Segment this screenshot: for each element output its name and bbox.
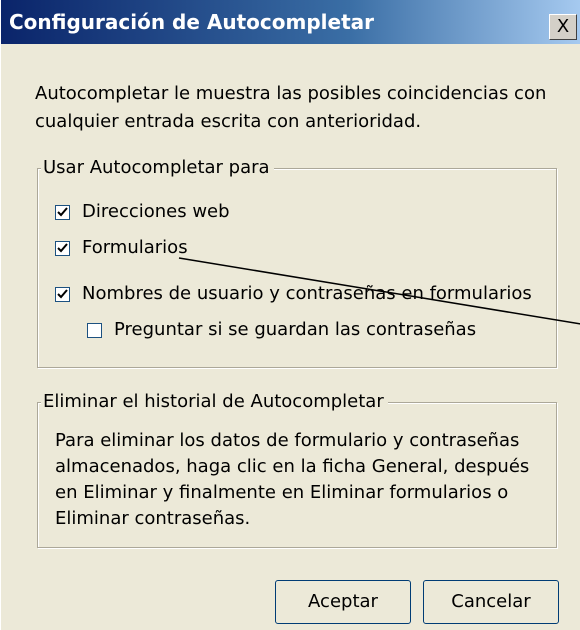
title-bar[interactable]: Configuración de Autocompletar X — [1, 0, 580, 44]
close-button[interactable]: X — [549, 14, 577, 40]
checkmark-icon — [57, 206, 68, 216]
ask-save-passwords-checkbox[interactable] — [87, 322, 102, 338]
cancel-button[interactable]: Cancelar — [423, 580, 559, 624]
checkmark-icon — [57, 288, 68, 298]
usernames-passwords-checkbox[interactable] — [55, 286, 70, 302]
checkbox-row-usernames-passwords[interactable]: Nombres de usuario y contraseñas en form… — [55, 280, 532, 308]
delete-history-legend: Eliminar el historial de Autocompletar — [41, 390, 388, 414]
use-autocomplete-legend: Usar Autocompletar para — [41, 156, 274, 180]
checkbox-row-ask-save-passwords[interactable]: Preguntar si se guardan las contraseñas — [87, 316, 476, 344]
autocomplete-settings-dialog: Configuración de Autocompletar X Autocom… — [0, 0, 580, 630]
description-text: Autocompletar le muestra las posibles co… — [35, 83, 547, 132]
web-addresses-label: Direcciones web — [82, 201, 230, 222]
ok-button[interactable]: Aceptar — [275, 580, 411, 624]
checkmark-icon — [57, 242, 68, 252]
web-addresses-checkbox[interactable] — [55, 204, 70, 220]
checkbox-row-web-addresses[interactable]: Direcciones web — [55, 198, 230, 226]
forms-label: Formularios — [82, 237, 188, 258]
checkbox-row-forms[interactable]: Formularios — [55, 234, 188, 262]
ask-save-passwords-label: Preguntar si se guardan las contraseñas — [114, 319, 477, 340]
delete-history-text: Para eliminar los datos de formulario y … — [55, 430, 530, 529]
usernames-passwords-label: Nombres de usuario y contraseñas en form… — [82, 283, 532, 304]
window-title: Configuración de Autocompletar — [9, 10, 374, 34]
forms-checkbox[interactable] — [55, 240, 70, 256]
